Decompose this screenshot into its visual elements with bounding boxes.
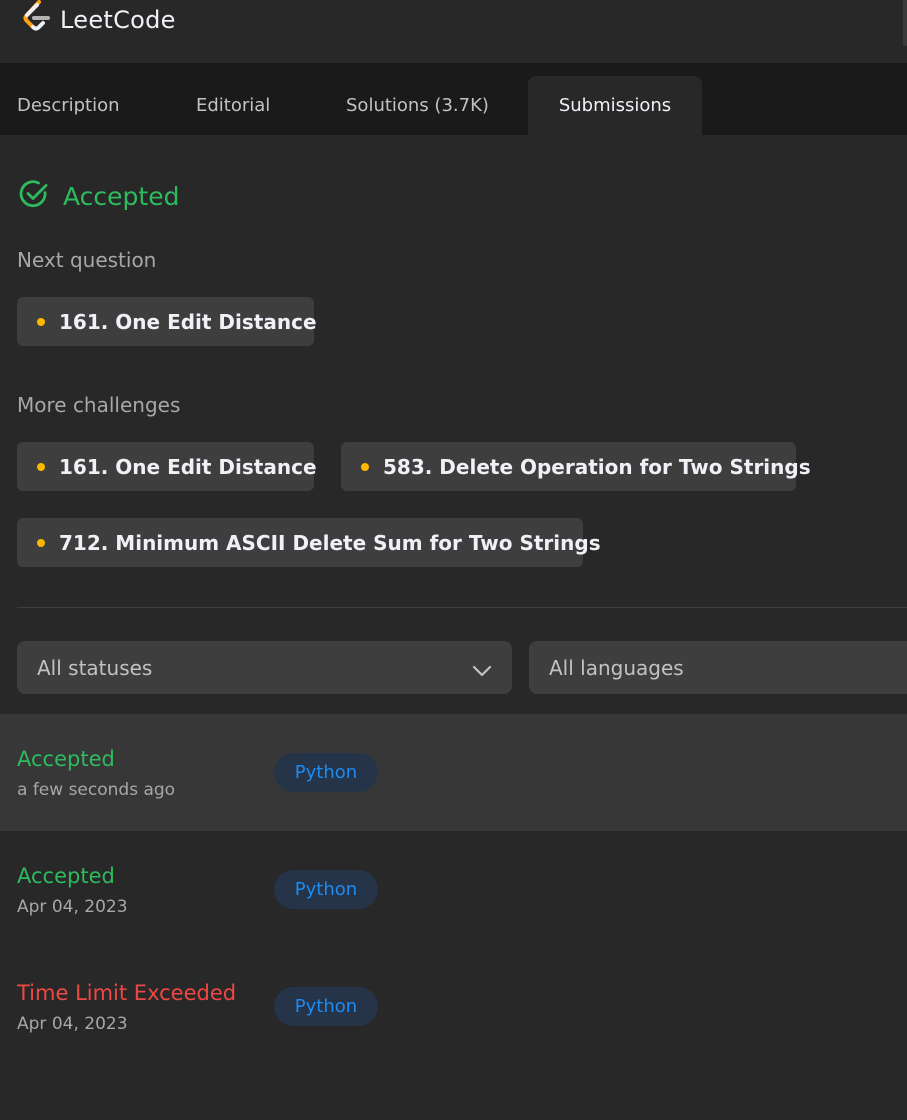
chevron-down-icon	[472, 659, 492, 683]
status-filter-value: All statuses	[37, 655, 153, 680]
leetcode-logo-icon	[22, 0, 52, 41]
status-filter-select[interactable]: All statuses	[17, 641, 512, 694]
chip-title: 583. Delete Operation for Two Strings	[383, 454, 811, 479]
challenge-chip[interactable]: 583. Delete Operation for Two Strings	[341, 442, 811, 491]
brand-name: LeetCode	[60, 6, 176, 34]
next-question-chip[interactable]: 161. One Edit Distance	[17, 297, 317, 346]
check-circle-icon	[19, 179, 49, 213]
chip-title: 712. Minimum ASCII Delete Sum for Two St…	[59, 530, 601, 555]
language-filter-value: All languages	[549, 655, 684, 680]
result-header: Accepted	[19, 180, 179, 212]
submission-time: a few seconds ago	[17, 780, 176, 800]
difficulty-dot-icon	[37, 317, 45, 326]
difficulty-dot-icon	[37, 538, 45, 547]
tab-editorial[interactable]: Editorial	[196, 76, 270, 135]
more-challenges-label: More challenges	[17, 393, 181, 417]
tab-description[interactable]: Description	[0, 76, 140, 135]
submission-row[interactable]: Accepted Apr 04, 2023 Python	[0, 831, 907, 948]
submission-row[interactable]: Accepted a few seconds ago Python	[0, 714, 907, 831]
submission-row[interactable]: Time Limit Exceeded Apr 04, 2023 Python	[0, 948, 907, 1065]
section-divider	[17, 607, 907, 608]
chip-title: 161. One Edit Distance	[59, 454, 317, 479]
tab-solutions[interactable]: Solutions (3.7K)	[346, 76, 489, 135]
tab-bar: Description Editorial Solutions (3.7K) S…	[0, 63, 907, 135]
language-badge: Python	[274, 870, 378, 909]
submission-time: Apr 04, 2023	[17, 1014, 128, 1034]
submission-status: Time Limit Exceeded	[17, 981, 237, 1005]
submission-time: Apr 04, 2023	[17, 897, 128, 917]
difficulty-dot-icon	[37, 462, 45, 471]
next-question-label: Next question	[17, 248, 157, 272]
language-badge: Python	[274, 753, 378, 792]
top-bar: LeetCode	[0, 0, 907, 63]
brand-link[interactable]: LeetCode	[22, 0, 176, 40]
challenge-chip[interactable]: 712. Minimum ASCII Delete Sum for Two St…	[17, 518, 601, 567]
submission-status: Accepted	[17, 747, 115, 771]
difficulty-dot-icon	[361, 462, 369, 471]
tab-submissions[interactable]: Submissions	[528, 76, 702, 135]
panel-edge	[903, 0, 907, 46]
challenge-chip[interactable]: 161. One Edit Distance	[17, 442, 317, 491]
language-filter-select[interactable]: All languages	[529, 641, 907, 694]
language-badge: Python	[274, 987, 378, 1026]
result-status: Accepted	[63, 181, 180, 211]
chip-title: 161. One Edit Distance	[59, 309, 317, 334]
submission-status: Accepted	[17, 864, 115, 888]
